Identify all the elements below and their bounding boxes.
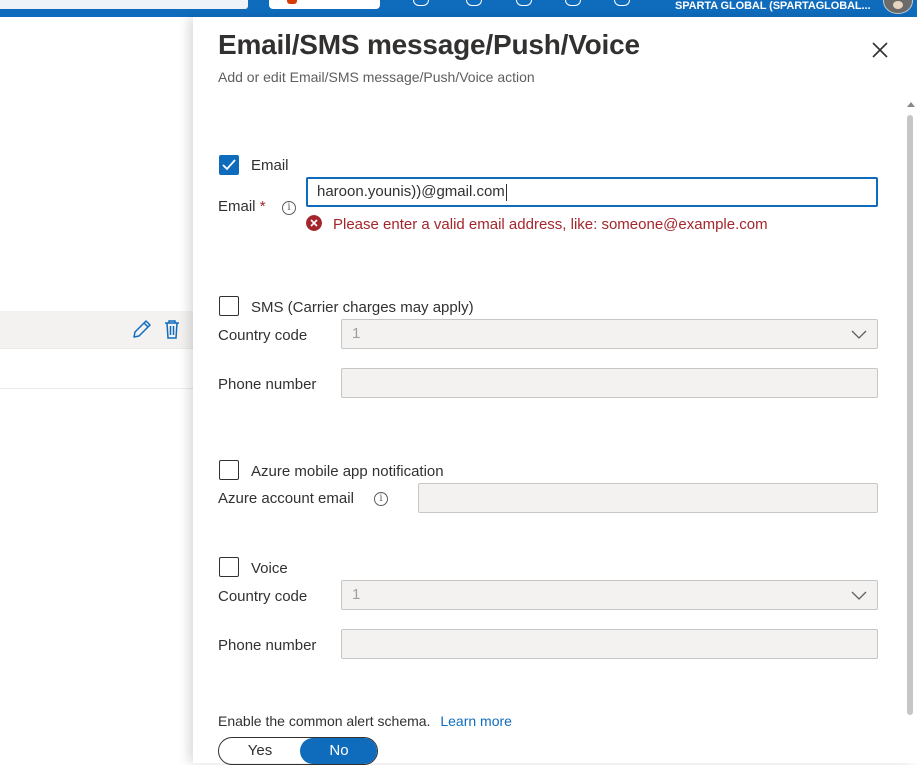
divider xyxy=(0,388,193,389)
voice-checkbox[interactable] xyxy=(219,557,239,577)
sms-phone-label: Phone number xyxy=(218,376,317,393)
voice-country-code-select[interactable]: 1 xyxy=(341,580,878,610)
help-icon[interactable] xyxy=(565,0,581,6)
copilot-button[interactable] xyxy=(269,0,380,9)
copilot-icon xyxy=(287,0,297,4)
pencil-icon[interactable] xyxy=(131,318,153,340)
global-search-box[interactable] xyxy=(0,0,248,9)
learn-more-link[interactable]: Learn more xyxy=(440,713,512,729)
email-field[interactable]: haroon.younis))@gmail.com xyxy=(306,177,878,207)
voice-checkbox-label: Voice xyxy=(251,560,288,577)
sms-country-code-label: Country code xyxy=(218,327,308,344)
required-mark: * xyxy=(259,198,266,215)
trash-icon[interactable] xyxy=(161,318,183,340)
common-alert-schema-toggle[interactable]: Yes No xyxy=(218,737,378,765)
close-icon[interactable] xyxy=(869,39,891,61)
page-title: Email/SMS message/Push/Voice xyxy=(218,29,640,60)
sms-phone-input[interactable] xyxy=(341,368,878,398)
email-error-message: Please enter a valid email address, like… xyxy=(333,216,768,233)
text-cursor xyxy=(505,183,507,201)
notifications-icon[interactable] xyxy=(466,0,482,6)
common-alert-schema-label: Enable the common alert schema. Learn mo… xyxy=(218,713,512,729)
sms-country-code-value: 1 xyxy=(352,325,361,342)
email-field-label: Email * xyxy=(218,198,266,215)
voice-phone-label: Phone number xyxy=(218,637,317,654)
page-subtitle: Add or edit Email/SMS message/Push/Voice… xyxy=(218,69,535,85)
scroll-up-arrow[interactable] xyxy=(907,102,915,107)
settings-icon[interactable] xyxy=(516,0,532,6)
sms-checkbox-label: SMS (Carrier charges may apply) xyxy=(251,299,474,316)
info-icon[interactable]: i xyxy=(282,201,296,215)
tenant-name[interactable]: SPARTA GLOBAL (SPARTAGLOBAL... xyxy=(675,0,871,12)
azure-app-checkbox[interactable] xyxy=(219,460,239,480)
avatar[interactable] xyxy=(883,0,913,14)
sms-country-code-select[interactable]: 1 xyxy=(341,319,878,349)
chevron-down-icon xyxy=(851,591,867,600)
top-navigation-bar: SPARTA GLOBAL (SPARTAGLOBAL... xyxy=(0,0,917,17)
checkmark-icon xyxy=(222,159,236,171)
email-label-text: Email xyxy=(218,198,256,215)
chevron-down-icon xyxy=(851,330,867,339)
voice-country-code-label: Country code xyxy=(218,588,308,605)
voice-phone-input[interactable] xyxy=(341,629,878,659)
cloud-shell-icon[interactable] xyxy=(413,0,429,6)
common-alert-schema-text: Enable the common alert schema. xyxy=(218,713,431,729)
azure-account-email-input[interactable] xyxy=(418,483,878,513)
schema-no-option[interactable]: No xyxy=(300,738,377,764)
azure-account-email-label: Azure account email xyxy=(218,490,354,507)
voice-country-code-value: 1 xyxy=(352,586,361,603)
scrollbar[interactable] xyxy=(904,98,917,763)
info-icon[interactable]: i xyxy=(374,492,388,506)
email-checkbox[interactable] xyxy=(219,155,239,175)
schema-yes-option[interactable]: Yes xyxy=(219,738,301,764)
action-blade: Email/SMS message/Push/Voice Add or edit… xyxy=(193,17,917,763)
scrollbar-thumb[interactable] xyxy=(907,115,913,715)
error-circle-icon xyxy=(306,215,322,231)
email-field-value: haroon.younis))@gmail.com xyxy=(317,183,505,200)
sms-checkbox[interactable] xyxy=(219,296,239,316)
email-checkbox-label: Email xyxy=(251,157,289,174)
azure-app-checkbox-label: Azure mobile app notification xyxy=(251,463,444,480)
feedback-icon[interactable] xyxy=(614,0,630,6)
